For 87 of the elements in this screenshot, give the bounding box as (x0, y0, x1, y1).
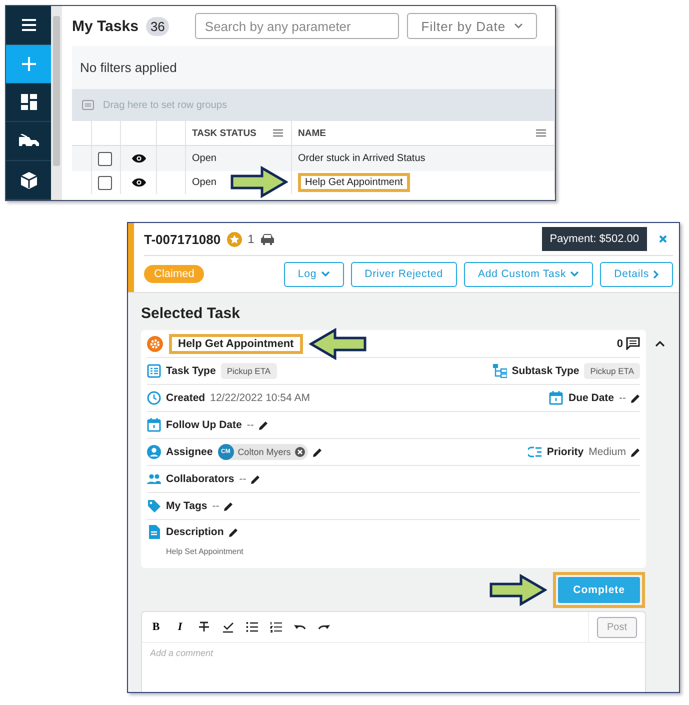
field-value: 12/22/2022 10:54 AM (210, 392, 310, 404)
filter-status: No filters applied (80, 60, 177, 75)
comment-icon[interactable] (626, 337, 640, 350)
comment-count: 0 (616, 338, 623, 350)
pencil-icon[interactable] (258, 420, 268, 430)
calendar-icon (147, 418, 161, 432)
chevron-down-icon (320, 271, 330, 277)
action-button[interactable]: Driver Rejected (350, 262, 457, 286)
field-value: Medium (588, 446, 626, 458)
task-name[interactable]: Help Get Appointment (298, 173, 410, 192)
field-label: My Tags (166, 500, 208, 512)
field-label: Collaborators (166, 473, 234, 485)
chevron-down-icon (570, 271, 580, 277)
field-value: -- (212, 500, 220, 512)
callout-arrow (230, 166, 288, 198)
description-text: Help Set Appointment (165, 547, 244, 556)
pencil-icon[interactable] (228, 528, 238, 536)
page-title: My Tasks (72, 18, 138, 34)
status-badge: Claimed (144, 265, 204, 283)
list-icon (147, 364, 161, 378)
field-label: Created (166, 392, 206, 404)
plus-icon[interactable] (22, 56, 36, 71)
hierarchy-icon (492, 364, 507, 378)
pencil-icon[interactable] (224, 502, 234, 510)
row-checkbox[interactable] (98, 152, 112, 166)
field-label: Follow Up Date (166, 419, 242, 431)
tag-icon (147, 499, 161, 513)
strikethrough-icon[interactable] (198, 621, 210, 633)
italic-button[interactable]: I (174, 621, 186, 633)
field-label: Task Type (166, 365, 216, 377)
task-name[interactable]: Order stuck in Arrived Status (298, 153, 426, 164)
callout-arrow (489, 574, 548, 606)
chevron-down-icon (514, 23, 523, 29)
eye-icon[interactable] (132, 154, 146, 163)
task-name: Help Get Appointment (169, 334, 303, 354)
priority-icon (528, 445, 542, 459)
scrollbar[interactable] (51, 6, 62, 200)
bullet-list-icon[interactable] (246, 621, 258, 633)
truck-icon[interactable] (18, 134, 38, 148)
pencil-icon[interactable] (251, 474, 260, 484)
pencil-icon[interactable] (631, 394, 640, 402)
row-checkbox[interactable] (98, 176, 112, 190)
field-value: -- (619, 392, 626, 404)
group-hint: Drag here to set row groups (103, 100, 227, 110)
calendar-icon (549, 391, 564, 405)
pencil-icon[interactable] (312, 448, 322, 456)
person-icon (147, 445, 161, 459)
box-icon[interactable] (20, 172, 36, 189)
search-field[interactable]: Search by any parameter (194, 13, 399, 39)
action-button[interactable]: Log (284, 262, 344, 286)
menu-icon[interactable] (22, 18, 36, 31)
star-icon (226, 232, 242, 246)
section-title: Selected Task (141, 305, 241, 322)
column-menu-icon[interactable] (273, 129, 283, 137)
gear-icon (147, 336, 163, 352)
remove-icon[interactable] (294, 447, 305, 457)
date-filter-dropdown[interactable]: Filter by Date (406, 13, 537, 39)
dashboard-icon[interactable] (20, 94, 36, 110)
field-label: Description (166, 526, 224, 538)
ticket-number: T-007171080 (144, 232, 221, 246)
field-value: -- (246, 419, 254, 431)
action-button[interactable]: Add Custom Task (464, 262, 594, 286)
clock-icon (147, 391, 161, 405)
status-cell: Open (186, 146, 292, 171)
car-icon (260, 233, 276, 245)
type-chip: Pickup ETA (220, 363, 277, 379)
pencil-icon[interactable] (631, 448, 640, 456)
action-button[interactable]: Details (600, 262, 673, 286)
document-icon (147, 525, 161, 539)
numbered-list-icon[interactable] (270, 621, 282, 633)
payment-label: Payment: $502.00 (542, 227, 647, 251)
vehicle-count: 1 (248, 232, 254, 246)
type-chip: Pickup ETA (584, 363, 640, 379)
bold-button[interactable]: B (150, 621, 162, 633)
field-label: Assignee (166, 446, 213, 458)
field-label: Priority (546, 446, 584, 458)
group-icon (82, 100, 94, 110)
people-icon (147, 472, 161, 486)
check-icon[interactable] (222, 621, 234, 633)
field-value: -- (239, 473, 246, 485)
column-menu-icon[interactable] (536, 129, 546, 137)
eye-icon[interactable] (132, 178, 146, 187)
callout-arrow (308, 328, 367, 360)
chevron-right-icon (653, 270, 659, 278)
field-label: Subtask Type (512, 365, 580, 377)
field-label: Due Date (568, 392, 614, 404)
count-badge: 36 (146, 16, 169, 36)
